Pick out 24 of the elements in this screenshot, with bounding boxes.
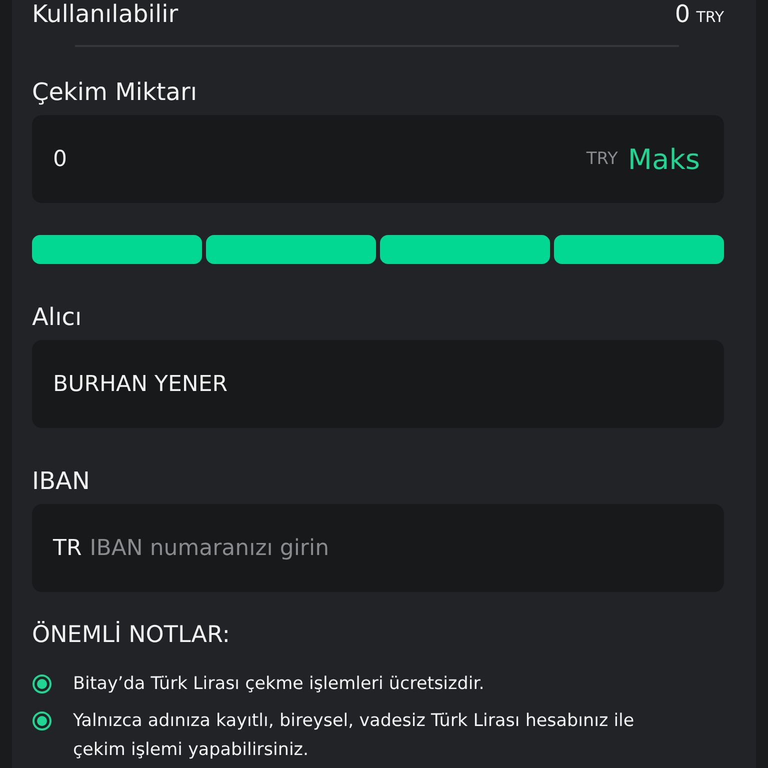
iban-input[interactable]: IBAN numaranızı girin — [90, 536, 700, 560]
percent-segment[interactable] — [554, 235, 724, 264]
percent-segment[interactable] — [206, 235, 376, 264]
max-button[interactable]: Maks — [628, 142, 700, 176]
recipient-input[interactable]: BURHAN YENER — [53, 372, 700, 396]
notes-title: ÖNEMLİ NOTLAR: — [32, 620, 232, 650]
recipient-field[interactable]: BURHAN YENER — [32, 340, 724, 428]
percent-segment[interactable] — [380, 235, 550, 264]
currency-label: TRY — [586, 149, 618, 169]
amount-label: Çekim Miktarı — [32, 77, 198, 107]
country-prefix: TR — [53, 536, 82, 560]
amount-input[interactable]: 0 — [53, 146, 576, 172]
available-amount: 0 — [674, 0, 690, 28]
bullet-icon — [32, 674, 52, 694]
iban-label: IBAN — [32, 466, 91, 496]
iban-field[interactable]: TR IBAN numaranızı girin — [32, 504, 724, 592]
available-label: Kullanılabilir — [32, 0, 178, 28]
amount-field[interactable]: 0 TRY Maks — [32, 115, 724, 203]
bullet-icon — [32, 711, 52, 731]
recipient-label: Alıcı — [32, 302, 83, 332]
note-text: Bitay’da Türk Lirası çekme işlemleri ücretsizdir. — [73, 673, 484, 696]
currency-label: TRY — [696, 8, 724, 26]
note-text: Yalnızca adınıza kayıtlı, bireysel, vadesiz Türk Lirası hesabınız ile çekim işlemi yapabilirsiniz. — [73, 710, 636, 762]
percent-segment[interactable] — [32, 235, 202, 264]
